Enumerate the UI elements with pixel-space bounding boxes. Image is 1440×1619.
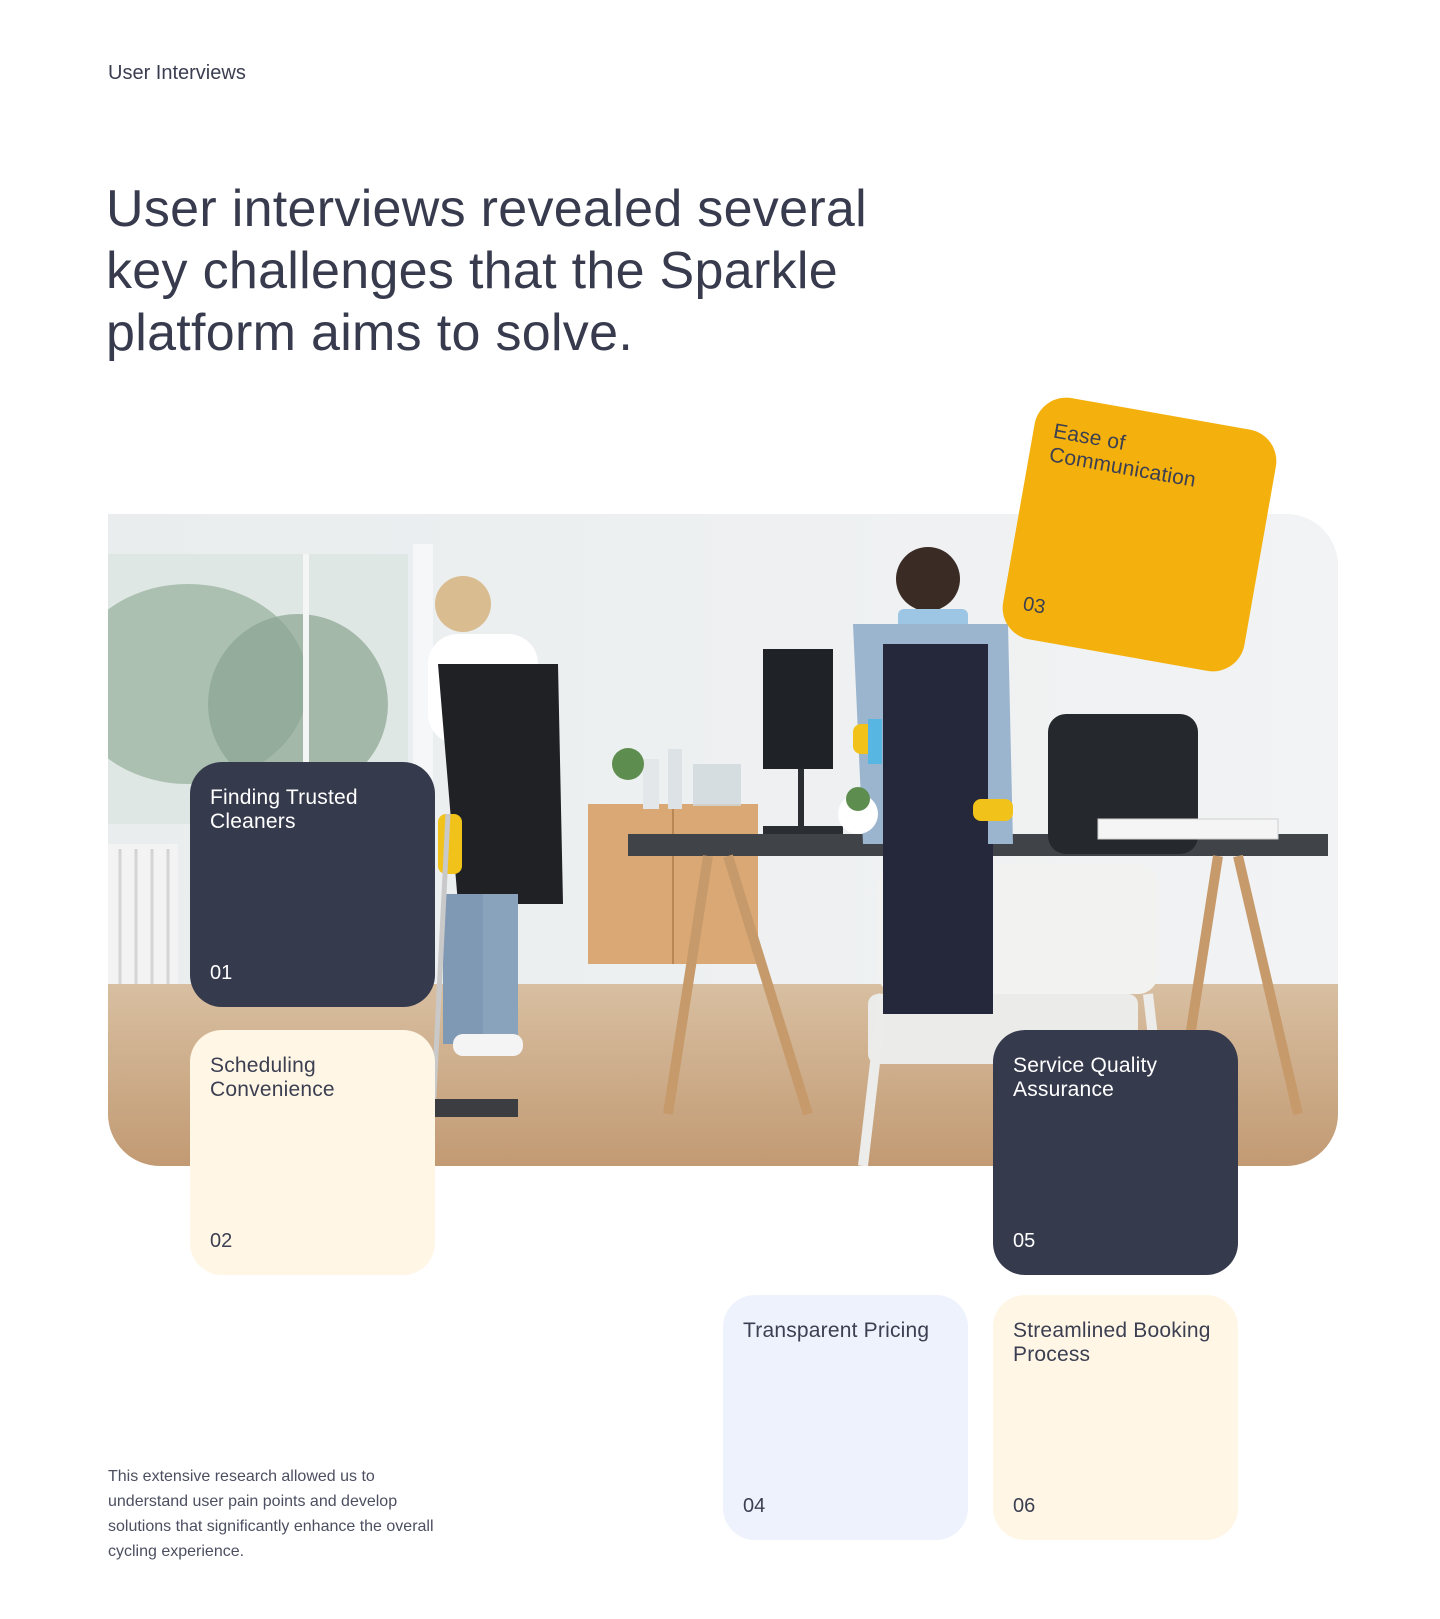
challenge-card-03: Ease of Communication 03 — [997, 392, 1282, 677]
challenge-card-number: 06 — [1013, 1495, 1036, 1517]
challenge-card-number: 02 — [210, 1230, 233, 1252]
challenge-card-04: Transparent Pricing 04 — [723, 1295, 968, 1540]
challenge-card-title: Service Quality Assurance — [1013, 1054, 1158, 1101]
research-footnote: This extensive research allowed us to un… — [108, 1468, 434, 1560]
challenge-card-title: Ease of Communication — [1047, 419, 1198, 492]
challenge-card-01: Finding Trusted Cleaners 01 — [190, 762, 435, 1007]
section-label: User Interviews — [108, 62, 246, 84]
challenge-card-title: Scheduling Convenience — [210, 1054, 335, 1101]
challenge-card-number: 03 — [1021, 593, 1048, 619]
challenge-card-title: Transparent Pricing — [743, 1319, 930, 1342]
challenge-card-number: 05 — [1013, 1230, 1036, 1252]
challenge-card-number: 04 — [743, 1495, 766, 1517]
challenge-card-06: Streamlined Booking Process 06 — [993, 1295, 1238, 1540]
challenge-card-number: 01 — [210, 962, 233, 984]
challenge-card-title: Streamlined Booking Process — [1013, 1319, 1211, 1366]
page-headline: User interviews revealed several key cha… — [106, 180, 868, 362]
challenge-card-05: Service Quality Assurance 05 — [993, 1030, 1238, 1275]
challenge-card-title: Finding Trusted Cleaners — [210, 786, 358, 833]
challenge-card-02: Scheduling Convenience 02 — [190, 1030, 435, 1275]
